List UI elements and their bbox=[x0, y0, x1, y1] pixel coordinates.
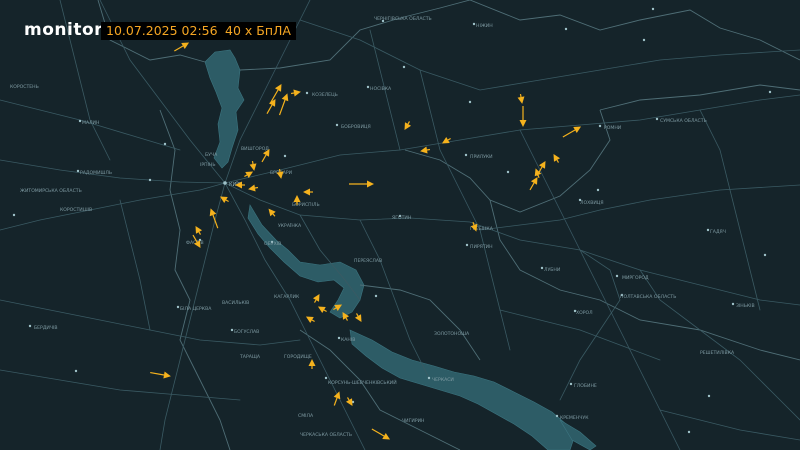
place-label: БОГУСЛАВ bbox=[234, 329, 259, 335]
settlement-dot-icon bbox=[76, 169, 80, 173]
settlement-dot-icon bbox=[335, 123, 339, 127]
drone-count-badge: 40 х БпЛА bbox=[220, 22, 296, 40]
place-label: НІЖИН bbox=[476, 23, 493, 29]
place-label: КОРОСТЕНЬ bbox=[10, 84, 39, 90]
place-label: ГЛОБИНЕ bbox=[574, 383, 597, 389]
place-label: ПРИЛУКИ bbox=[470, 154, 493, 160]
settlement-dot-icon bbox=[402, 65, 406, 69]
settlement-dot-icon bbox=[768, 90, 772, 94]
settlement-dot-icon bbox=[596, 188, 600, 192]
place-label: БОБРОВИЦЯ bbox=[341, 124, 371, 130]
place-label: ФАСТІВ bbox=[186, 240, 204, 246]
place-label: КОРСУНЬ-ШЕВЧЕНКІВСЬКИЙ bbox=[328, 379, 397, 386]
place-label: УКРАЇНКА bbox=[278, 222, 302, 229]
place-label: КРЕМЕНЧУК bbox=[560, 415, 589, 421]
settlement-dot-icon bbox=[655, 117, 659, 121]
settlement-dot-icon bbox=[12, 213, 16, 217]
settlement-dot-icon bbox=[569, 382, 573, 386]
place-label: ВАСИЛЬКІВ bbox=[222, 300, 249, 306]
place-label: ОБУХІВ bbox=[264, 241, 281, 247]
settlement-dot-icon bbox=[564, 27, 568, 31]
settlement-dot-icon bbox=[223, 181, 227, 185]
settlement-dot-icon bbox=[763, 253, 767, 257]
map-background bbox=[0, 0, 800, 450]
place-label: ЧЕРНІГІВСЬКА ОБЛАСТЬ bbox=[374, 16, 432, 22]
place-label: ПОЛТАВСЬКА ОБЛАСТЬ bbox=[620, 294, 676, 300]
place-label: РАДОМИШЛЬ bbox=[80, 170, 112, 176]
settlement-dot-icon bbox=[707, 394, 711, 398]
settlement-dot-icon bbox=[706, 228, 710, 232]
place-label: БУЧА bbox=[205, 152, 218, 158]
brand-logo: monitor bbox=[24, 20, 104, 40]
place-label: ІРПІНЬ bbox=[200, 162, 216, 168]
place-label: ВИШГОРОД bbox=[241, 146, 269, 152]
place-label: РОМНИ bbox=[604, 125, 621, 131]
place-label: БІЛА ЦЕРКВА bbox=[180, 306, 212, 312]
settlement-dot-icon bbox=[283, 154, 287, 158]
place-label: ГОРОДИЩЕ bbox=[284, 354, 312, 360]
settlement-dot-icon bbox=[472, 22, 476, 26]
place-label: ЯГОТИН bbox=[392, 215, 411, 221]
settlement-dot-icon bbox=[598, 124, 602, 128]
settlement-dot-icon bbox=[687, 430, 691, 434]
place-label: СМІЛА bbox=[298, 413, 314, 419]
map-canvas[interactable]: ЧЕРНІГІВСЬКА ОБЛАСТЬ НІЖИН КОЗЕЛЕЦЬ НОСІ… bbox=[0, 0, 800, 450]
place-label: ЛУБНИ bbox=[544, 267, 560, 273]
datetime-badge: 10.07.2025 02:56 bbox=[101, 22, 223, 40]
settlement-dot-icon bbox=[427, 376, 431, 380]
settlement-dot-icon bbox=[74, 369, 78, 373]
settlement-dot-icon bbox=[230, 328, 234, 332]
place-label: КАНІВ bbox=[341, 337, 355, 343]
settlement-dot-icon bbox=[731, 302, 735, 306]
place-label: ЧЕРКАСЬКА ОБЛАСТЬ bbox=[300, 432, 352, 438]
place-label: ЗОЛОТОНОША bbox=[434, 331, 470, 337]
settlement-dot-icon bbox=[324, 376, 328, 380]
place-label: ЛОХВИЦЯ bbox=[580, 200, 604, 206]
settlement-dot-icon bbox=[305, 91, 309, 95]
place-label: ПЕРЕЯСЛАВ bbox=[354, 258, 382, 264]
settlement-dot-icon bbox=[651, 7, 655, 11]
settlement-dot-icon bbox=[555, 414, 559, 418]
place-label: ХОРОЛ bbox=[576, 310, 593, 316]
place-label: ЧЕРКАСИ bbox=[432, 377, 454, 383]
settlement-dot-icon bbox=[374, 294, 378, 298]
settlement-dot-icon bbox=[506, 170, 510, 174]
place-label: БОРИСПІЛЬ bbox=[292, 202, 320, 208]
settlement-dot-icon bbox=[176, 305, 180, 309]
place-label: БЕРДИЧІВ bbox=[34, 325, 58, 331]
place-label: ЖИТОМИРСЬКА ОБЛАСТЬ bbox=[20, 188, 82, 194]
place-label: КОЗЕЛЕЦЬ bbox=[312, 92, 338, 98]
place-label: ЧИГИРИН bbox=[402, 418, 424, 424]
place-label: РЕШЕТИЛІВКА bbox=[700, 350, 735, 356]
settlement-dot-icon bbox=[464, 153, 468, 157]
settlement-dot-icon bbox=[163, 142, 167, 146]
place-label: ЗІНЬКІВ bbox=[736, 303, 755, 309]
place-label: МАЛИН bbox=[82, 120, 99, 126]
settlement-dot-icon bbox=[642, 38, 646, 42]
place-label: ПИРЯТИН bbox=[470, 244, 493, 250]
place-label: ГАДЯЧ bbox=[710, 229, 726, 235]
settlement-dot-icon bbox=[78, 119, 82, 123]
place-label: КАГАРЛИК bbox=[274, 294, 300, 300]
place-label: МИРГОРОД bbox=[622, 275, 649, 281]
place-label: ТАРАЩА bbox=[239, 354, 261, 360]
settlement-dot-icon bbox=[366, 85, 370, 89]
settlement-dot-icon bbox=[28, 324, 32, 328]
settlement-dot-icon bbox=[465, 243, 469, 247]
place-label: СУМСЬКА ОБЛАСТЬ bbox=[660, 118, 707, 124]
settlement-dot-icon bbox=[540, 266, 544, 270]
place-label: КОРОСТИШІВ bbox=[60, 207, 92, 213]
settlement-dot-icon bbox=[337, 336, 341, 340]
place-label: НОСІВКА bbox=[370, 86, 392, 92]
settlement-dot-icon bbox=[148, 178, 152, 182]
settlement-dot-icon bbox=[468, 100, 472, 104]
settlement-dot-icon bbox=[615, 274, 619, 278]
